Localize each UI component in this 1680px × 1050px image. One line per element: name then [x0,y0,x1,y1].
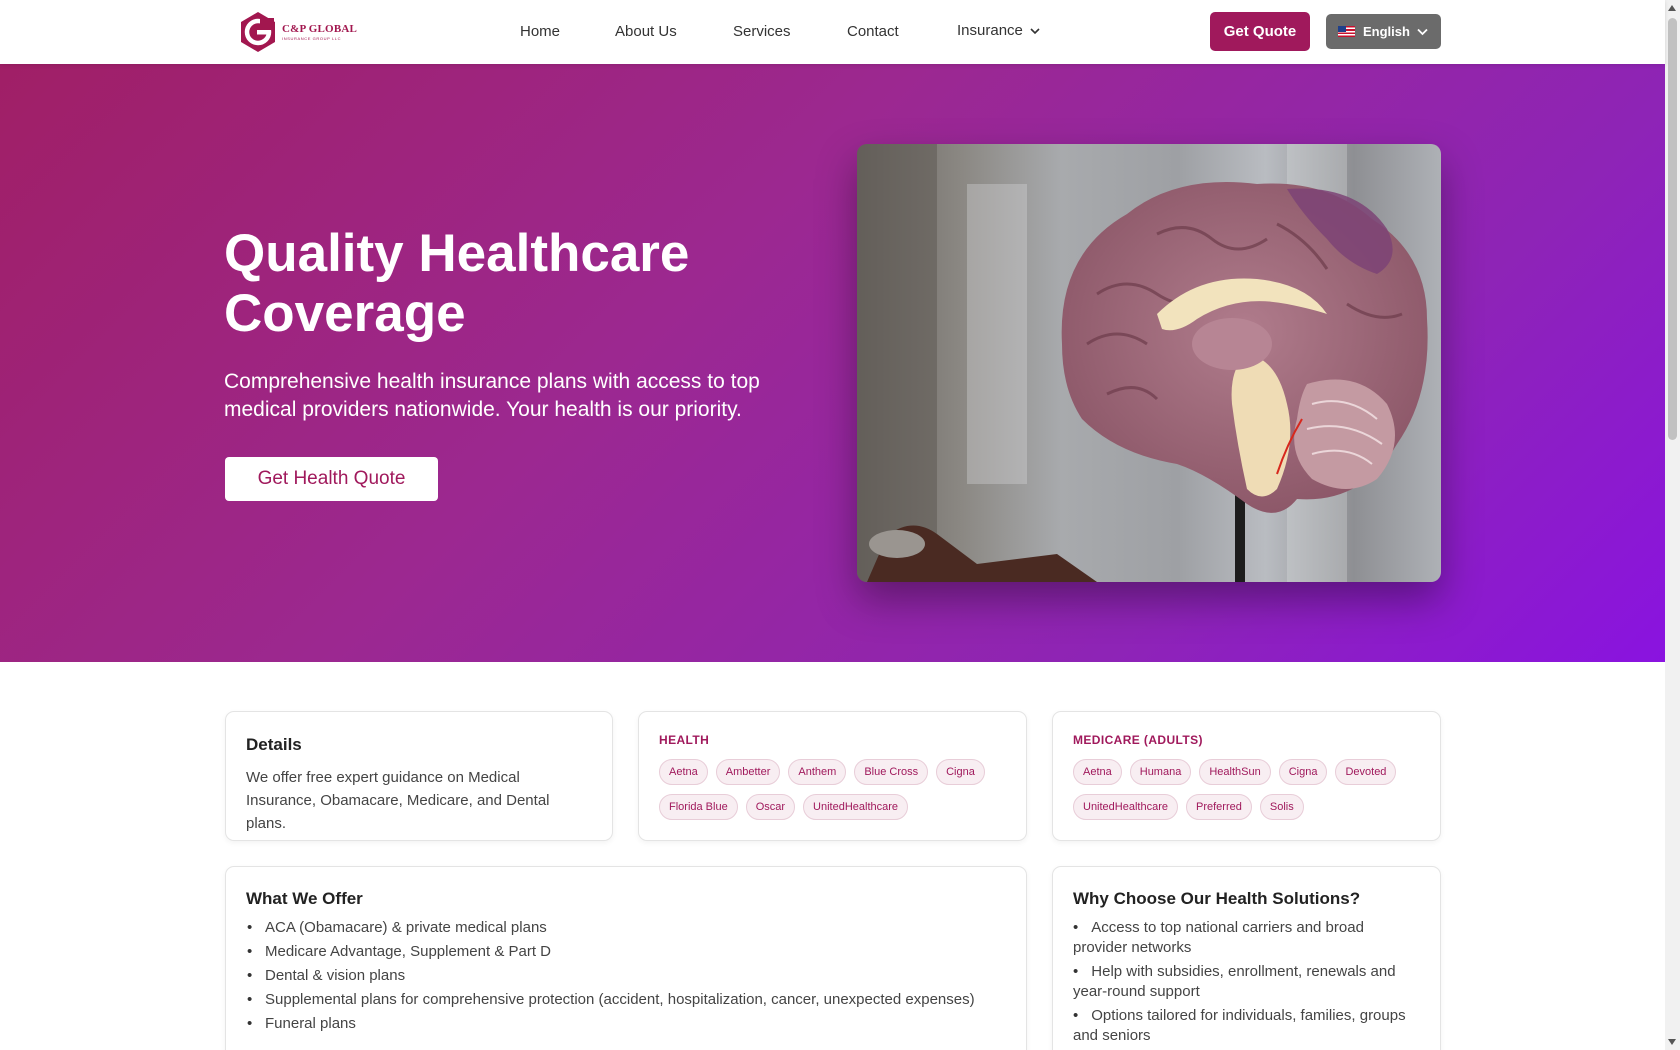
language-label: English [1363,24,1410,39]
carrier-pill: HealthSun [1199,759,1271,785]
why-item-text: Help with subsidies, enrollment, renewal… [1073,963,1396,1000]
carrier-pill: Humana [1129,759,1192,785]
language-selector[interactable]: English [1326,14,1441,49]
medicare-label: MEDICARE (ADULTS) [1073,733,1203,747]
brain-model-image [857,144,1441,582]
nav-home[interactable]: Home [520,23,560,40]
nav-services[interactable]: Services [733,23,791,40]
carrier-pill: Aetna [1073,759,1122,785]
offer-list: ACA (Obamacare) & private medical plans … [246,918,1006,1034]
scroll-thumb[interactable] [1668,18,1677,440]
chevron-down-icon [1417,28,1428,36]
carrier-pill: Aetna [659,759,708,785]
offer-item: ACA (Obamacare) & private medical plans [246,918,1006,938]
details-card: Details We offer free expert guidance on… [225,711,613,841]
medicare-carrier-list: Aetna Humana HealthSun Cigna Devoted Uni… [1073,759,1420,820]
why-item: • Help with subsidies, enrollment, renewa… [1073,963,1396,1000]
what-we-offer-card: What We Offer ACA (Obamacare) & private … [225,866,1027,1050]
nav-contact[interactable]: Contact [847,23,899,40]
carrier-pill: Preferred [1186,794,1252,820]
offer-item: Funeral plans [246,1014,1006,1034]
site-header: C&P GLOBAL INSURANCE GROUP LLC Home Abou… [0,0,1665,64]
offer-item: Dental & vision plans [246,966,1006,986]
nav-insurance-dropdown[interactable]: Insurance [957,22,1041,39]
offer-item: Medicare Advantage, Supplement & Part D [246,942,1006,962]
nav-about-us[interactable]: About Us [615,23,677,40]
carrier-pill: UnitedHealthcare [1073,794,1178,820]
why-item: • Access to top national carriers and bro… [1073,919,1364,956]
carrier-pill: Devoted [1335,759,1397,785]
health-carrier-list: Aetna Ambetter Anthem Blue Cross Cigna F… [659,759,1006,820]
carrier-pill: Anthem [788,759,847,785]
why-item-text: Access to top national carriers and broa… [1073,919,1364,956]
details-title: Details [246,735,302,754]
page-scrollbar[interactable] [1665,0,1680,1050]
offer-item: Supplemental plans for comprehensive pro… [246,990,1006,1010]
health-label: HEALTH [659,733,710,747]
why-item-text: Options tailored for individuals, famili… [1073,1007,1406,1044]
nav-insurance-label: Insurance [957,22,1023,39]
carrier-pill: Cigna [936,759,985,785]
hero-title: Quality Healthcare Coverage [224,224,690,343]
carrier-pill: Solis [1259,794,1304,820]
health-carriers-card: HEALTH Aetna Ambetter Anthem Blue Cross … [638,711,1027,841]
scroll-down-arrow-icon[interactable] [1668,1039,1676,1045]
us-flag-icon [1338,26,1355,37]
hero-subtitle: Comprehensive health insurance plans wit… [224,370,760,421]
get-quote-button[interactable]: Get Quote [1210,12,1310,51]
details-text: We offer free expert guidance on Medical… [246,769,550,832]
get-health-quote-button[interactable]: Get Health Quote [225,457,438,501]
scroll-up-arrow-icon[interactable] [1668,5,1676,11]
carrier-pill: Blue Cross [854,759,929,785]
carrier-pill: UnitedHealthcare [803,794,909,820]
chevron-down-icon [1030,27,1040,34]
why-list: • Access to top national carriers and bro… [1073,918,1420,1046]
medicare-carriers-card: MEDICARE (ADULTS) Aetna Humana HealthSun… [1052,711,1441,841]
carrier-pill: Florida Blue [659,794,738,820]
why-item: • Options tailored for individuals, famil… [1073,1007,1406,1044]
why-choose-card: Why Choose Our Health Solutions? • Access… [1052,866,1441,1050]
hero-section: Quality Healthcare Coverage Comprehensiv… [0,64,1665,662]
why-title: Why Choose Our Health Solutions? [1073,889,1361,908]
carrier-pill: Ambetter [715,759,781,785]
offer-title: What We Offer [246,889,363,908]
carrier-pill: Cigna [1278,759,1328,785]
carrier-pill: Oscar [745,794,796,820]
